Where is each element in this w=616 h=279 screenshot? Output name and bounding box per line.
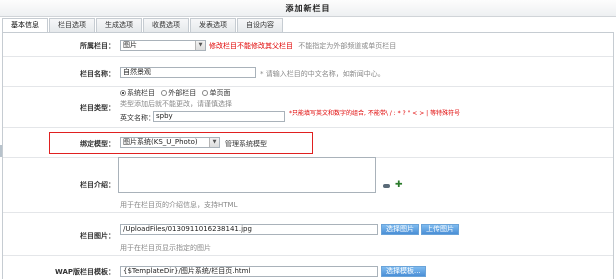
type-radio-group: 系统栏目 外部栏目 单页面 <box>120 88 230 98</box>
name-hint: * 请输入栏目的中文名称，如新闻中心。 <box>260 70 385 78</box>
image-hint: 用于在栏目页显示指定的图片 <box>120 244 211 252</box>
tab-charge-options[interactable]: 收费选项 <box>143 18 189 32</box>
shrink-icon[interactable] <box>383 184 390 188</box>
select-image-button[interactable]: 选择图片 <box>381 224 419 235</box>
tab-column-options[interactable]: 栏目选项 <box>49 18 95 32</box>
type-row: 栏目类型： 系统栏目 外部栏目 单页面 类型添加后就不能更改，请谨慎选择 英文名… <box>3 87 613 128</box>
image-path-input[interactable]: /UploadFiles/0130911016238141.jpg <box>120 224 378 235</box>
name-label: 栏目名称： <box>80 70 115 78</box>
name-row: 栏目名称： 自然景观 * 请输入栏目的中文名称，如新闻中心。 <box>3 57 613 87</box>
parent-select-value: 图片 <box>123 41 137 49</box>
parent-notes: 修改栏目不能修改其父栏目 不能指定为外部频道或单页栏目 <box>209 41 396 51</box>
parent-hint: 不能指定为外部频道或单页栏目 <box>298 42 397 50</box>
type-radio-system[interactable] <box>120 90 126 96</box>
english-name-warning: *只能填写英文和数字的组合, 不能带\ / : * ? " < > | 等特殊符… <box>289 110 461 117</box>
english-name-label: 英文名称： <box>120 114 155 122</box>
tab-custom-content[interactable]: 自设内容 <box>237 18 283 32</box>
upload-image-button[interactable]: 上传图片 <box>421 224 459 235</box>
english-name-input[interactable]: spby <box>153 111 285 122</box>
type-hint: 类型添加后就不能更改，请谨慎选择 <box>120 100 232 108</box>
type-option-external: 外部栏目 <box>168 89 197 97</box>
page-title: 添加新栏目 <box>0 0 616 17</box>
type-radio-external[interactable] <box>161 90 168 96</box>
parent-label: 所属栏目： <box>80 42 115 50</box>
type-option-system: 系统栏目 <box>127 89 155 97</box>
intro-hint: 用于在栏目页的介绍信息，支持HTML <box>120 201 238 209</box>
wap-row: WAP版栏目模板： {$TemplateDir}/图片系统/栏目页.html 选… <box>3 256 613 279</box>
tab-generate-options[interactable]: 生成选项 <box>96 18 142 32</box>
model-highlight-box <box>49 132 313 154</box>
image-row: 栏目图片： /UploadFiles/0130911016238141.jpg … <box>3 213 613 256</box>
type-option-single: 单页面 <box>209 89 231 97</box>
wap-template-input[interactable]: {$TemplateDir}/图片系统/栏目页.html <box>120 266 378 277</box>
tab-bar: 基本信息 栏目选项 生成选项 收费选项 发表选项 自设内容 <box>2 18 284 32</box>
intro-textarea[interactable] <box>118 157 376 193</box>
expand-icon[interactable]: ✚ <box>395 181 403 190</box>
image-label: 栏目图片： <box>80 232 115 240</box>
form-panel: 所属栏目： 图片 ▼ 修改栏目不能修改其父栏目 不能指定为外部频道或单页栏目 栏… <box>2 32 614 279</box>
parent-note: 修改栏目不能修改其父栏目 <box>209 42 293 50</box>
name-input[interactable]: 自然景观 <box>120 67 256 78</box>
type-label: 栏目类型： <box>80 104 115 112</box>
chevron-down-icon: ▼ <box>195 41 205 50</box>
type-radio-single[interactable] <box>202 90 209 96</box>
wap-template-label: WAP版栏目模板： <box>55 268 115 276</box>
intro-label: 栏目介绍： <box>80 181 115 189</box>
tab-basic-info[interactable]: 基本信息 <box>2 18 48 32</box>
select-template-button[interactable]: 选择模板... <box>381 266 426 277</box>
parent-row: 所属栏目： 图片 ▼ 修改栏目不能修改其父栏目 不能指定为外部频道或单页栏目 <box>3 33 613 57</box>
parent-select[interactable]: 图片 ▼ <box>120 40 206 51</box>
tab-publish-options[interactable]: 发表选项 <box>190 18 236 32</box>
